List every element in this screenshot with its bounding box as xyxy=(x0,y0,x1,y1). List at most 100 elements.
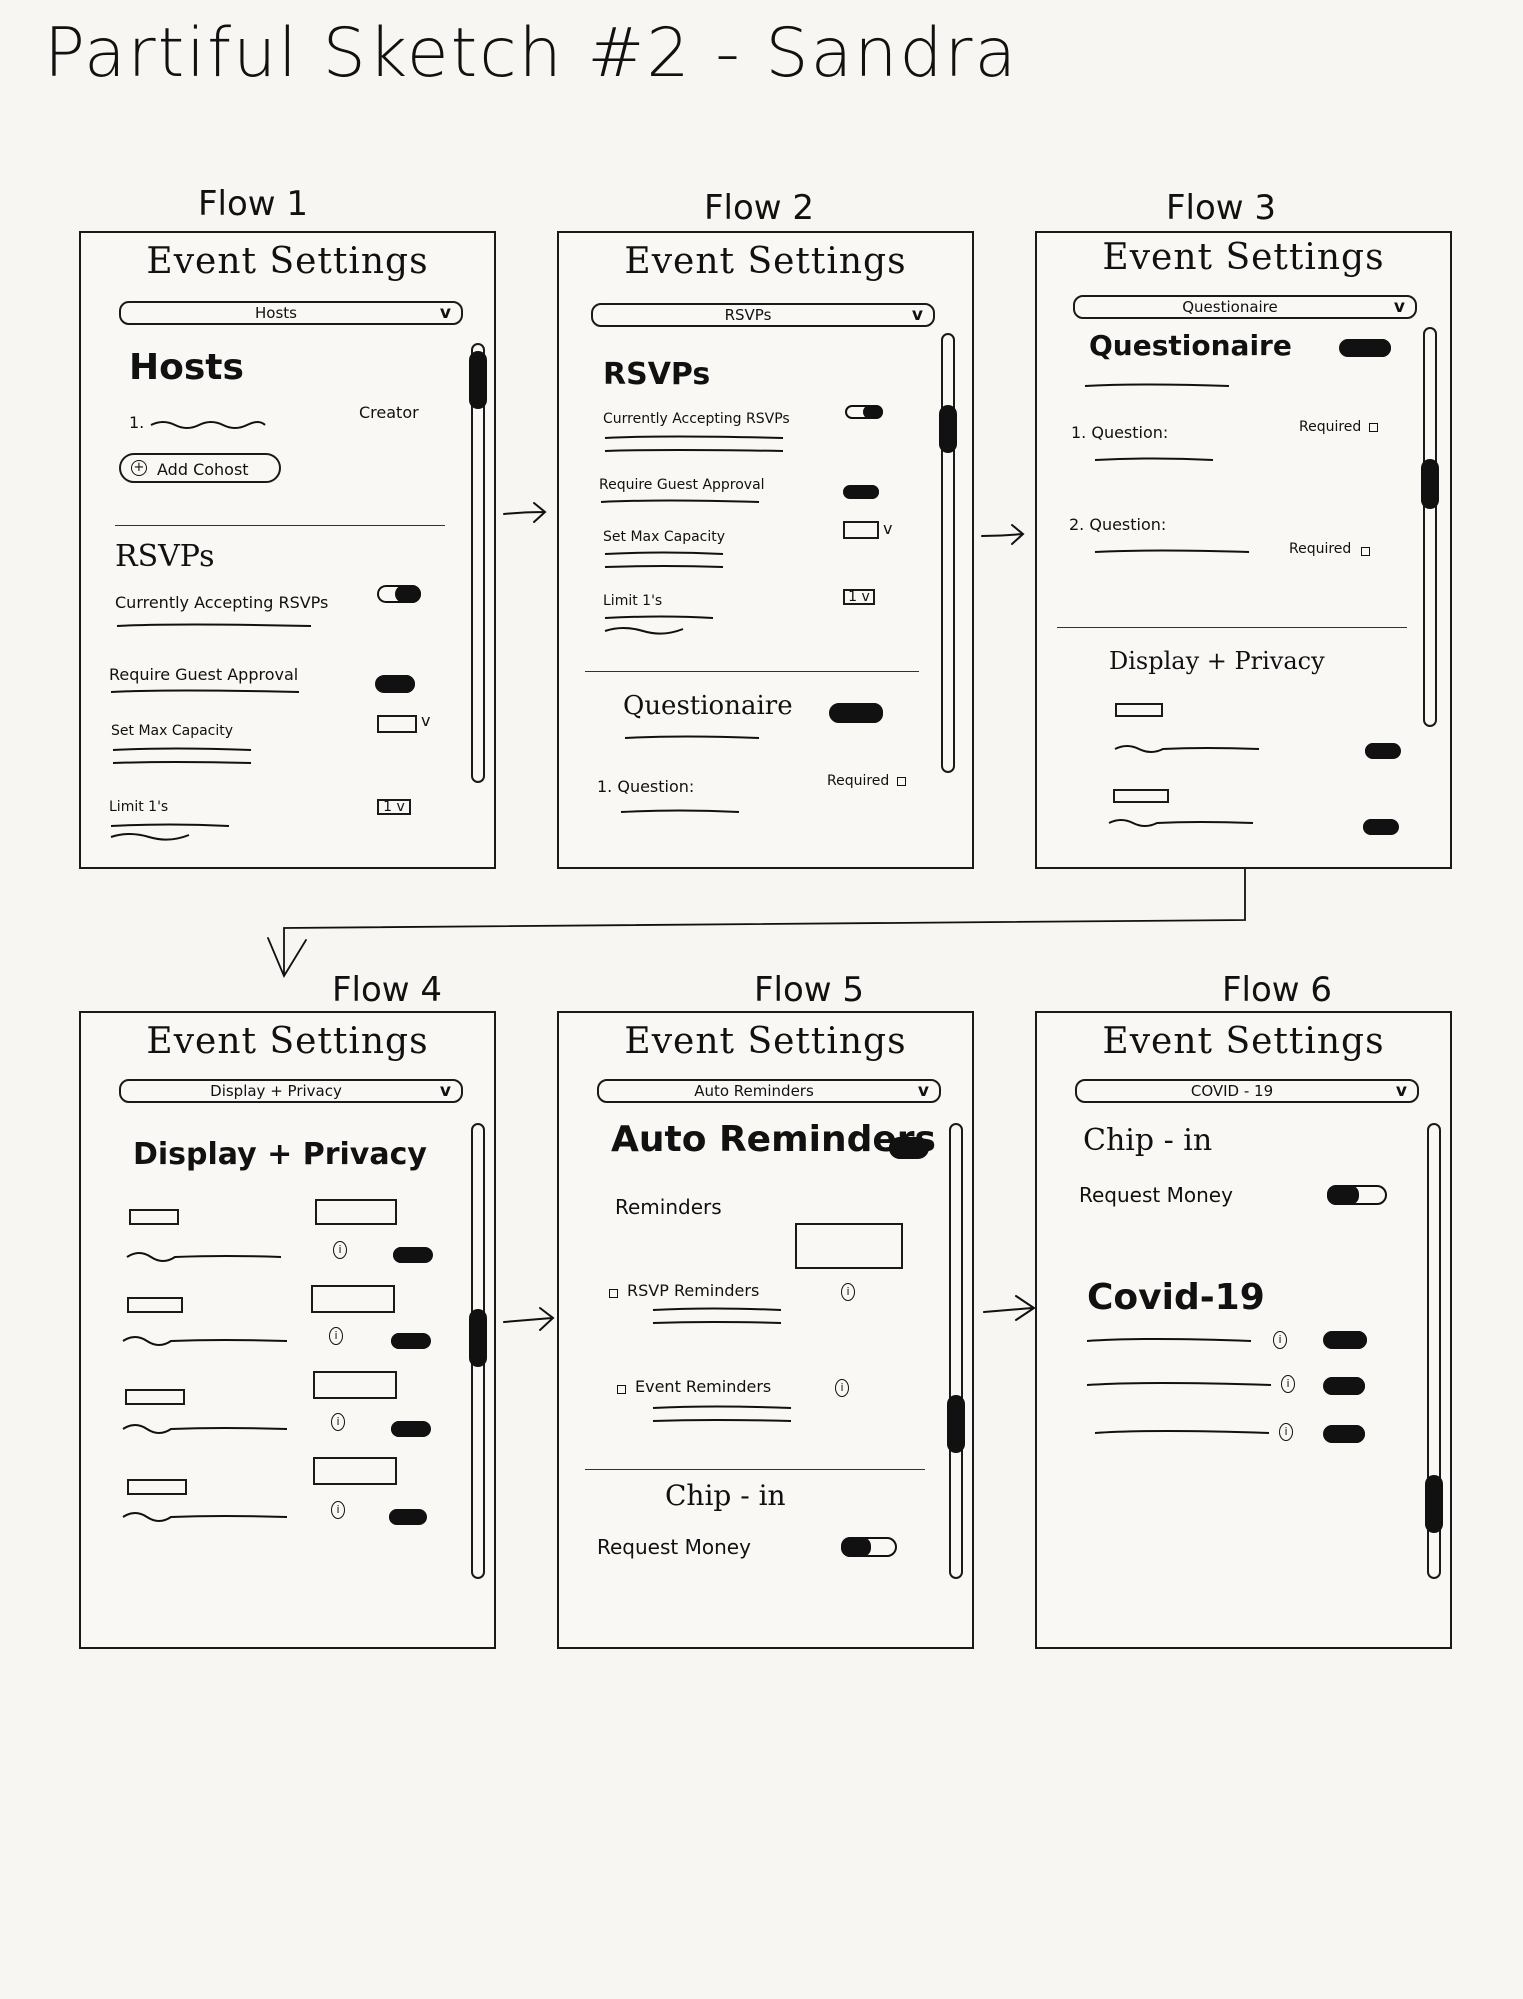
option-scribble xyxy=(1086,1382,1272,1386)
chevron-down-icon: v xyxy=(439,1081,451,1101)
limit-label: Limit 1's xyxy=(109,799,169,815)
scrollbar[interactable] xyxy=(939,333,957,773)
scroll-thumb[interactable] xyxy=(1425,1475,1443,1533)
event-settings-heading: Event Settings xyxy=(624,241,907,282)
limit-select[interactable]: 1 v xyxy=(377,799,411,815)
arrow-right-icon xyxy=(981,524,1025,545)
set-max-capacity-label: Set Max Capacity xyxy=(111,723,234,739)
request-money-toggle[interactable] xyxy=(1327,1185,1387,1205)
auto-reminders-toggle[interactable] xyxy=(889,1137,929,1159)
underline-scribble xyxy=(110,689,300,693)
underline-scribble xyxy=(604,435,784,452)
accepting-rsvps-toggle[interactable] xyxy=(845,405,883,419)
section-dropdown[interactable]: RSVPs v xyxy=(591,303,935,327)
covid-option-toggle[interactable] xyxy=(1323,1425,1365,1443)
underline-scribble xyxy=(1084,383,1230,387)
arrow-right-icon xyxy=(503,1307,555,1331)
dropdown-value: RSVPs xyxy=(724,306,772,324)
scroll-thumb[interactable] xyxy=(947,1395,965,1453)
flow-1-label: Flow 1 xyxy=(198,184,309,224)
dropdown-value: Display + Privacy xyxy=(210,1082,342,1100)
connector-arrow-icon xyxy=(267,868,1246,978)
require-approval-toggle[interactable] xyxy=(843,485,879,499)
section-dropdown[interactable]: Hosts v xyxy=(119,301,463,325)
section-divider xyxy=(585,671,919,672)
display-option-placeholder xyxy=(129,1209,179,1225)
display-option-toggle[interactable] xyxy=(389,1509,427,1525)
covid-option-toggle[interactable] xyxy=(1323,1331,1367,1349)
required-label: Required xyxy=(1289,541,1352,557)
scrollbar[interactable] xyxy=(469,343,487,783)
info-icon[interactable]: i xyxy=(1273,1331,1287,1349)
scrollbar[interactable] xyxy=(469,1123,487,1579)
section-dropdown[interactable]: Auto Reminders v xyxy=(597,1079,941,1103)
option-scribble xyxy=(1114,745,1260,753)
scroll-thumb[interactable] xyxy=(469,351,487,409)
info-icon[interactable]: i xyxy=(1279,1423,1293,1441)
require-approval-label: Require Guest Approval xyxy=(599,477,765,493)
flow-1-frame: Event Settings Hosts v Hosts 1. Creator … xyxy=(79,231,496,869)
display-option-placeholder xyxy=(1115,703,1163,717)
info-icon[interactable]: i xyxy=(329,1327,343,1345)
option-scribble xyxy=(1108,819,1254,827)
section-dropdown[interactable]: COVID - 19 v xyxy=(1075,1079,1419,1103)
limit-label: Limit 1's xyxy=(603,593,663,609)
scroll-thumb[interactable] xyxy=(469,1309,487,1367)
question-1-label: 1. Question: xyxy=(597,777,695,796)
tooltip-bubble xyxy=(315,1199,397,1225)
section-dropdown[interactable]: Display + Privacy v xyxy=(119,1079,463,1103)
plus-circle-icon: + xyxy=(131,460,147,476)
scrollbar[interactable] xyxy=(1425,1123,1443,1579)
capacity-select[interactable] xyxy=(843,521,879,539)
underline-scribble xyxy=(652,1307,782,1324)
info-icon[interactable]: i xyxy=(841,1283,855,1301)
scroll-thumb[interactable] xyxy=(939,405,957,453)
request-money-label: Request Money xyxy=(597,1535,751,1559)
event-settings-heading: Event Settings xyxy=(146,1021,429,1062)
required-checkbox[interactable] xyxy=(1361,547,1370,556)
capacity-select[interactable] xyxy=(377,715,417,733)
scroll-thumb[interactable] xyxy=(1421,459,1439,509)
info-icon[interactable]: i xyxy=(835,1379,849,1397)
accepting-rsvps-toggle[interactable] xyxy=(377,585,421,603)
questionnaire-title: Questionaire xyxy=(1089,329,1292,362)
event-reminders-checkbox[interactable] xyxy=(617,1385,626,1394)
reminders-label: Reminders xyxy=(615,1195,722,1219)
arrow-right-icon xyxy=(503,502,547,523)
questionnaire-toggle[interactable] xyxy=(829,703,883,723)
add-cohost-button[interactable]: + Add Cohost xyxy=(119,453,281,483)
chevron-down-icon: v xyxy=(1395,1081,1407,1101)
rsvp-reminders-checkbox[interactable] xyxy=(609,1289,618,1298)
event-reminders-label: Event Reminders xyxy=(635,1377,772,1396)
dropdown-value: COVID - 19 xyxy=(1190,1082,1274,1100)
display-option-toggle[interactable] xyxy=(391,1333,431,1349)
required-label: Required xyxy=(827,773,890,789)
questionnaire-toggle[interactable] xyxy=(1339,339,1391,357)
info-icon[interactable]: i xyxy=(331,1413,345,1431)
required-checkbox[interactable] xyxy=(897,777,906,786)
display-option-toggle[interactable] xyxy=(1363,819,1399,835)
info-icon[interactable]: i xyxy=(333,1241,347,1259)
required-checkbox[interactable] xyxy=(1369,423,1378,432)
limit-select[interactable]: 1 v xyxy=(843,589,875,605)
set-max-capacity-label: Set Max Capacity xyxy=(603,529,726,545)
option-scribble xyxy=(1086,1338,1252,1342)
require-approval-toggle[interactable] xyxy=(375,675,415,693)
display-option-toggle[interactable] xyxy=(393,1247,433,1263)
section-divider xyxy=(1057,627,1407,628)
currently-accepting-label: Currently Accepting RSVPs xyxy=(603,411,790,427)
flow-5-frame: Event Settings Auto Reminders v Auto Rem… xyxy=(557,1011,974,1649)
display-option-toggle[interactable] xyxy=(391,1421,431,1437)
scrollbar[interactable] xyxy=(947,1123,965,1579)
rsvp-reminders-label: RSVP Reminders xyxy=(627,1281,760,1300)
section-dropdown[interactable]: Questionaire v xyxy=(1073,295,1417,319)
display-option-toggle[interactable] xyxy=(1365,743,1401,759)
request-money-toggle[interactable] xyxy=(841,1537,897,1557)
info-icon[interactable]: i xyxy=(331,1501,345,1519)
info-icon[interactable]: i xyxy=(1281,1375,1295,1393)
scrollbar[interactable] xyxy=(1421,327,1439,727)
covid-option-toggle[interactable] xyxy=(1323,1377,1365,1395)
tooltip-bubble xyxy=(313,1457,397,1485)
flow-2-frame: Event Settings RSVPs v RSVPs Currently A… xyxy=(557,231,974,869)
section-divider xyxy=(115,525,445,526)
